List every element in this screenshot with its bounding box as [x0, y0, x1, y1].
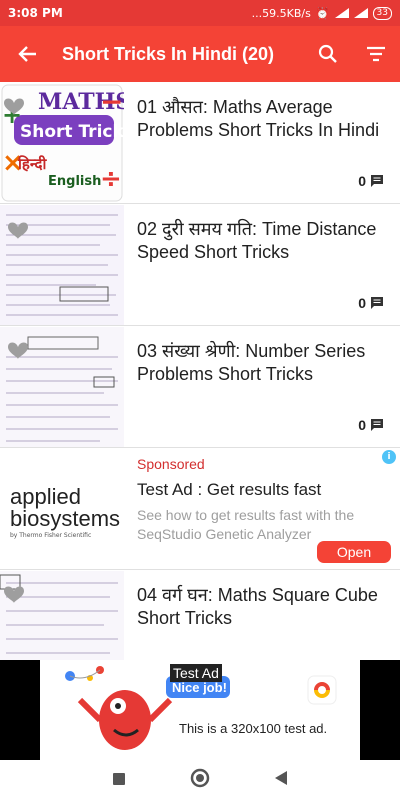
- page-title: Short Tricks In Hindi (20): [62, 43, 275, 64]
- comment-count-value: 0: [358, 295, 366, 311]
- app-bar: Short Tricks In Hindi (20): [0, 26, 400, 82]
- advertiser-logo: applied biosystems by Thermo Fisher Scie…: [10, 484, 121, 540]
- svg-text:−: −: [100, 85, 123, 118]
- sort-icon: [367, 46, 385, 62]
- home-icon: [190, 768, 210, 788]
- comment-icon: [371, 419, 383, 431]
- list-item[interactable]: 02 दुरी समय गति: Time Distance Speed Sho…: [0, 204, 400, 326]
- svg-text:Nice job!: Nice job!: [172, 680, 227, 695]
- list-item[interactable]: 03 संख्या श्रेणी: Number Series Problems…: [0, 326, 400, 448]
- sponsored-label: Sponsored: [137, 456, 205, 472]
- ad-open-button[interactable]: Open: [317, 541, 391, 563]
- ad-info-icon[interactable]: i: [382, 450, 396, 464]
- filter-button[interactable]: [352, 26, 400, 82]
- native-ad[interactable]: applied biosystems by Thermo Fisher Scie…: [0, 448, 400, 570]
- comment-count-value: 0: [358, 173, 366, 189]
- network-speed: ...59.5KB/s: [251, 6, 311, 20]
- list-item[interactable]: MATHS Short Tricks − + × ÷ हिन्दी Englis…: [0, 82, 400, 204]
- ad-description: See how to get results fast with the Seq…: [137, 507, 355, 542]
- svg-text:English: English: [48, 174, 101, 189]
- comment-icon: [371, 175, 383, 187]
- battery-icon: 33: [372, 6, 392, 20]
- svg-text:हिन्दी: हिन्दी: [17, 155, 47, 173]
- svg-text:÷: ÷: [100, 164, 122, 194]
- system-nav-bar: [0, 760, 400, 800]
- thumbnail-series: [0, 327, 124, 447]
- banner-text: This is a 320x100 test ad.: [179, 721, 328, 736]
- signal-icon: [334, 8, 349, 18]
- back-triangle-icon: [275, 771, 287, 785]
- home-button[interactable]: [190, 768, 210, 792]
- search-button[interactable]: [304, 26, 352, 82]
- item-title: 01 औसत: Maths Average Problems Short Tri…: [137, 97, 380, 140]
- comment-icon: [371, 297, 383, 309]
- thumbnail-notes: [0, 205, 124, 325]
- item-title: 03 संख्या श्रेणी: Number Series Problems…: [137, 341, 366, 384]
- comment-count-value: 0: [358, 417, 366, 433]
- alarm-icon: ⏰: [315, 6, 330, 20]
- search-icon: [318, 44, 337, 63]
- comment-count[interactable]: 0: [358, 417, 384, 433]
- article-list: MATHS Short Tricks − + × ÷ हिन्दी Englis…: [0, 82, 400, 692]
- recents-button[interactable]: [112, 771, 126, 790]
- signal-icon-2: [353, 8, 368, 18]
- thumbnail-maths: MATHS Short Tricks − + × ÷ हिन्दी Englis…: [0, 83, 124, 203]
- comment-count[interactable]: 0: [358, 295, 384, 311]
- back-button[interactable]: [0, 26, 56, 82]
- comment-count[interactable]: 0: [358, 173, 384, 189]
- recents-icon: [113, 772, 125, 785]
- test-ad-badge: Test Ad: [170, 664, 222, 682]
- item-title: 04 वर्ग घन: Maths Square Cube Short Tric…: [137, 585, 378, 628]
- back-arrow-icon: [18, 46, 36, 62]
- back-nav-button[interactable]: [274, 770, 288, 790]
- ad-title[interactable]: Test Ad : Get results fast: [137, 480, 321, 500]
- item-title: 02 दुरी समय गति: Time Distance Speed Sho…: [137, 219, 377, 262]
- svg-text:Short Tricks: Short Tricks: [20, 122, 124, 142]
- status-bar: 3:08 PM ...59.5KB/s ⏰ 33: [0, 0, 400, 26]
- status-time: 3:08 PM: [8, 6, 63, 20]
